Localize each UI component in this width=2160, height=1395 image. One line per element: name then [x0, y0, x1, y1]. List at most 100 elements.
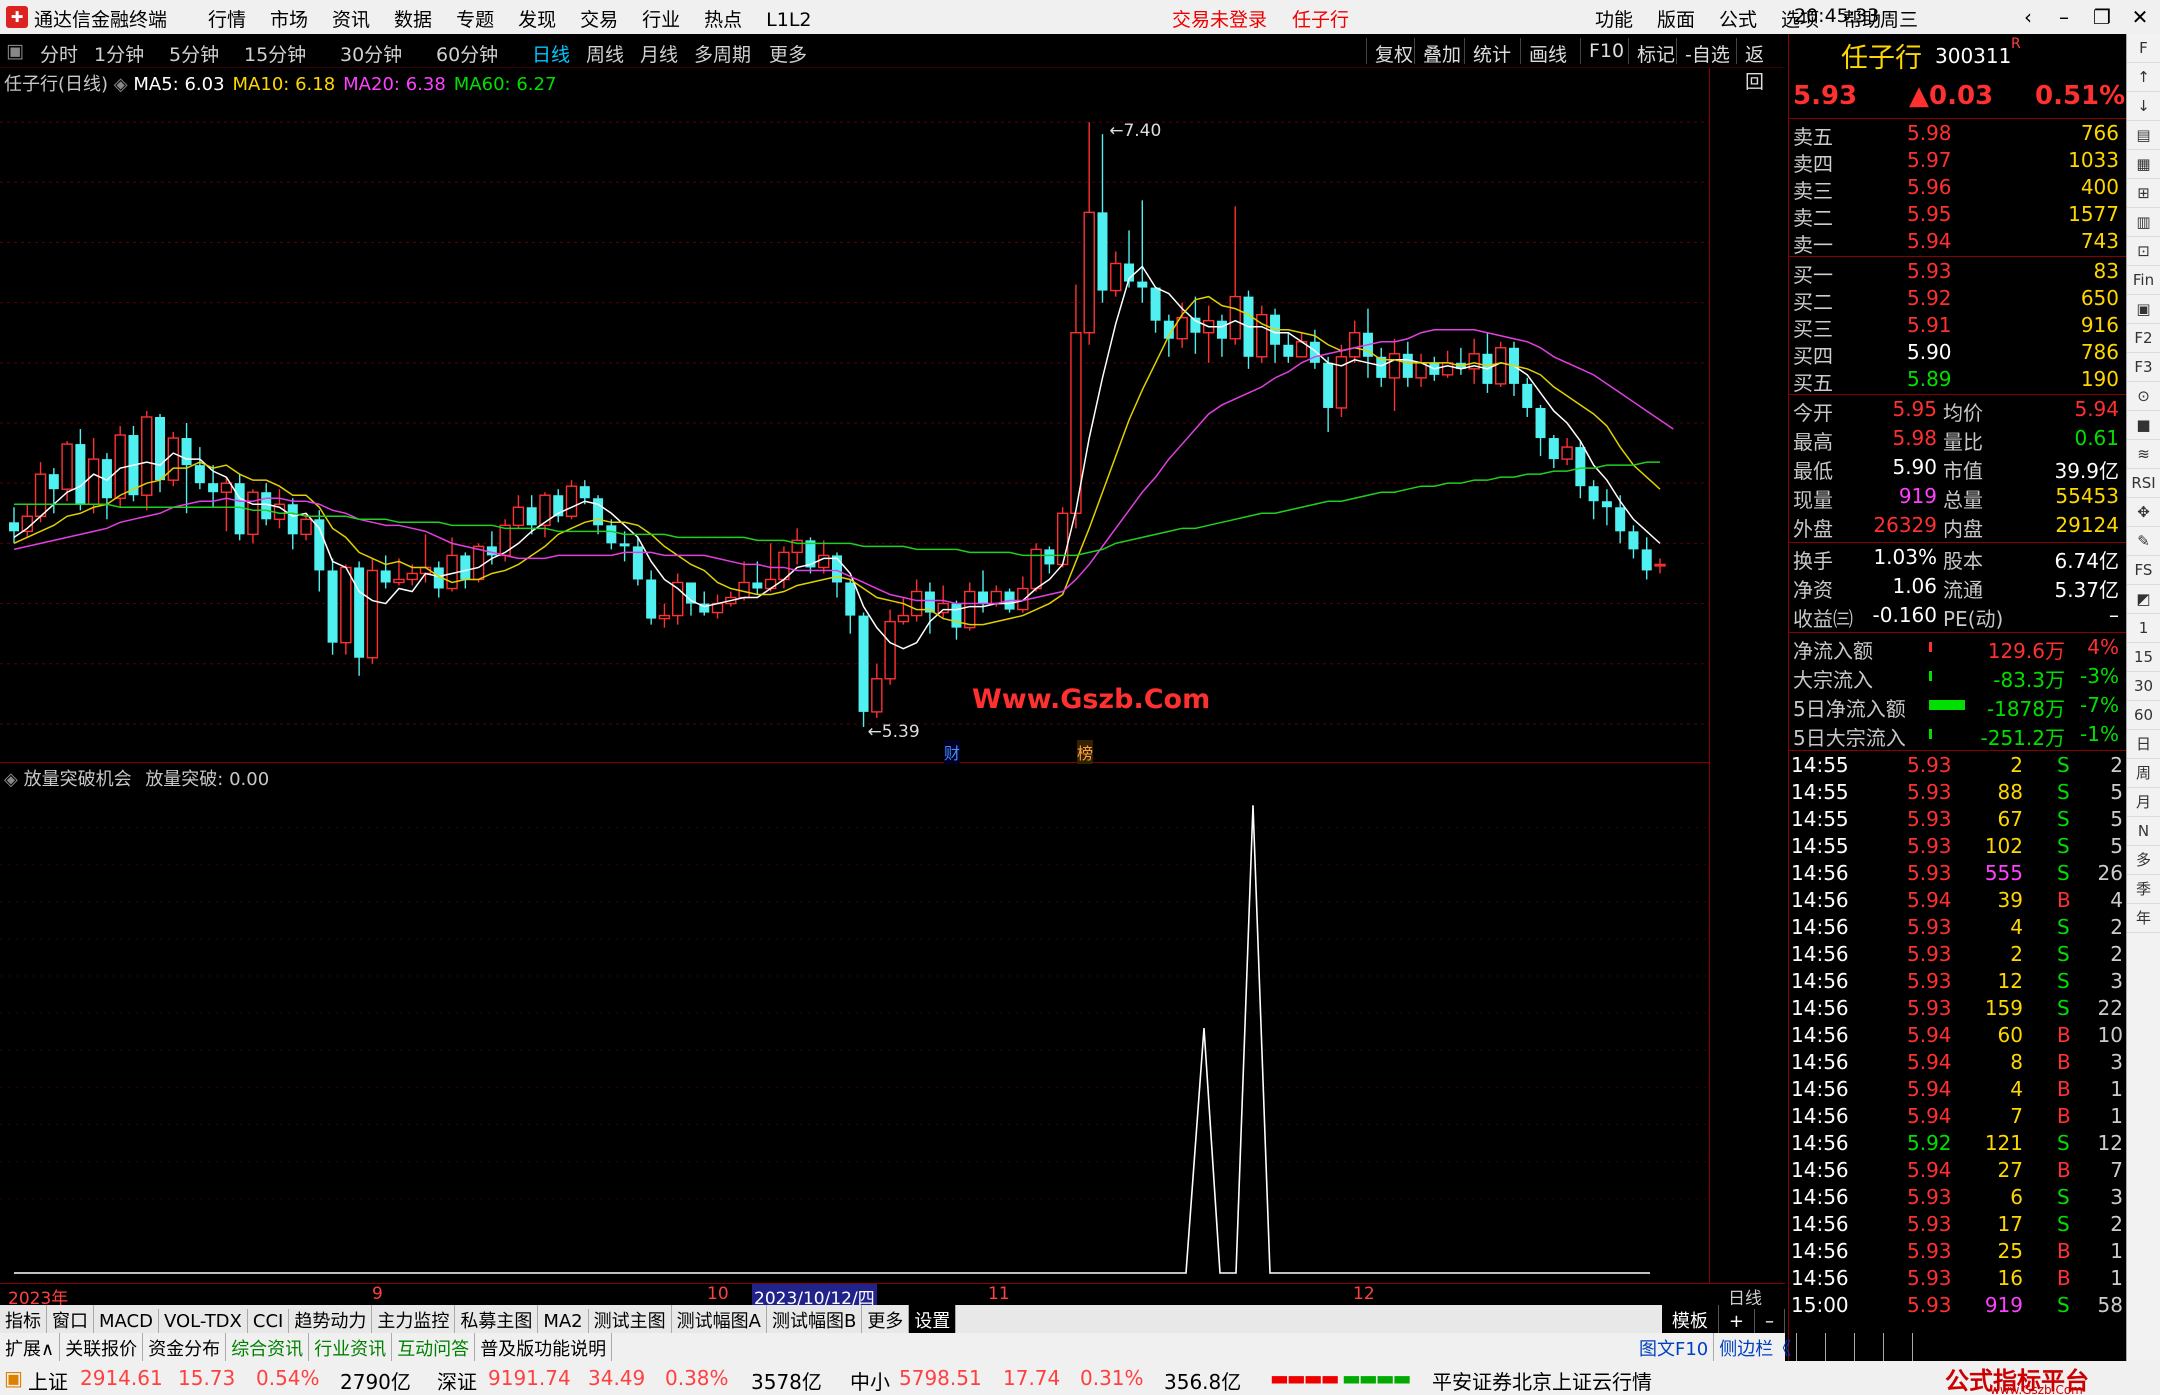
menu-item-9[interactable]: L1L2 — [766, 9, 811, 31]
candle[interactable] — [141, 410, 153, 511]
candle[interactable] — [21, 504, 33, 538]
strip-btn-1[interactable]: ↑ — [2127, 63, 2160, 92]
candle[interactable] — [1083, 122, 1095, 345]
period-tab-5[interactable]: 60分钟 — [436, 40, 498, 67]
indicator-tab-0[interactable]: 指标 — [0, 1305, 47, 1333]
toolbar-btn-2[interactable]: 统计 — [1464, 38, 1519, 66]
strip-btn-29[interactable]: 季 — [2127, 875, 2160, 904]
candle[interactable] — [685, 582, 696, 616]
candle[interactable] — [646, 570, 657, 625]
candle[interactable] — [711, 594, 724, 619]
candle[interactable] — [699, 591, 710, 616]
info-tab-0[interactable]: 扩展∧ — [0, 1333, 61, 1361]
candle[interactable] — [858, 612, 869, 727]
toolbar-btn-1[interactable]: 叠加 — [1414, 38, 1469, 66]
template-btn-0[interactable]: 模板 — [1662, 1305, 1719, 1333]
period-tab-10[interactable]: 更多 — [769, 40, 807, 67]
candle[interactable] — [1561, 438, 1573, 466]
info-tab-5[interactable]: 互动问答 — [392, 1333, 476, 1361]
candle[interactable] — [1110, 251, 1122, 297]
candle[interactable] — [593, 495, 604, 535]
restore-icon[interactable]: ❐ — [2086, 2, 2118, 32]
strip-btn-22[interactable]: 30 — [2127, 672, 2160, 701]
menu-item-1[interactable]: 市场 — [270, 9, 308, 31]
stock-alert[interactable]: 任子行 — [1292, 5, 1349, 32]
status-menu-icon[interactable]: ▣ — [4, 1366, 23, 1390]
period-tab-0[interactable]: 分时 — [40, 40, 78, 67]
candle[interactable] — [791, 528, 803, 565]
candle[interactable] — [1190, 296, 1201, 354]
candle[interactable] — [1402, 341, 1413, 387]
strip-btn-6[interactable]: ▥ — [2127, 208, 2160, 237]
candle[interactable] — [194, 447, 205, 490]
menu-item-2[interactable]: 资讯 — [332, 9, 370, 31]
strip-btn-23[interactable]: 60 — [2127, 701, 2160, 730]
info-tab-3[interactable]: 综合资讯 — [226, 1333, 310, 1361]
menu-item-0[interactable]: 行情 — [208, 9, 246, 31]
candle[interactable] — [897, 597, 910, 625]
candle[interactable] — [1628, 525, 1639, 559]
period-tab-6[interactable]: 日线 — [532, 40, 570, 67]
strip-btn-30[interactable]: 年 — [2127, 904, 2160, 933]
candle[interactable] — [1323, 356, 1334, 433]
candle[interactable] — [1256, 305, 1268, 363]
candle[interactable] — [512, 495, 525, 529]
side-btn-1[interactable]: 侧边栏《 — [1714, 1333, 1798, 1361]
info-tab-6[interactable]: 普及版功能说明 — [475, 1333, 613, 1361]
candle[interactable] — [433, 561, 444, 598]
strip-btn-9[interactable]: ▣ — [2127, 295, 2160, 324]
candle[interactable] — [1202, 305, 1215, 363]
strip-btn-12[interactable]: ⊙ — [2127, 382, 2160, 411]
period-tab-2[interactable]: 5分钟 — [169, 40, 219, 67]
candle[interactable] — [354, 561, 365, 676]
info-tab-1[interactable]: 关联报价 — [60, 1333, 144, 1361]
period-tab-8[interactable]: 月线 — [640, 40, 678, 67]
strip-btn-8[interactable]: Fin — [2127, 266, 2160, 295]
candle[interactable] — [1535, 404, 1546, 457]
info-tab-4[interactable]: 行业资讯 — [309, 1333, 393, 1361]
candle[interactable] — [1522, 377, 1533, 417]
strip-btn-17[interactable]: ✎ — [2127, 527, 2160, 556]
period-tab-9[interactable]: 多周期 — [694, 40, 751, 67]
menu-item-6[interactable]: 交易 — [580, 9, 618, 31]
side-btn-5[interactable]: 势 — [1884, 1333, 1914, 1361]
candle[interactable] — [818, 540, 830, 574]
strip-btn-10[interactable]: F2 — [2127, 324, 2160, 353]
candle[interactable] — [1548, 435, 1559, 469]
candle[interactable] — [167, 432, 179, 487]
candle[interactable] — [1097, 134, 1108, 303]
side-btn-4[interactable]: 细 — [1855, 1333, 1885, 1361]
candle[interactable] — [845, 579, 856, 634]
strip-btn-5[interactable]: ⊞ — [2127, 179, 2160, 208]
candle[interactable] — [1588, 480, 1599, 520]
candle[interactable] — [738, 561, 750, 601]
strip-btn-13[interactable]: ■ — [2127, 411, 2160, 440]
candle[interactable] — [1415, 353, 1427, 387]
candle[interactable] — [553, 489, 564, 523]
indicator-tab-13[interactable]: 设置 — [909, 1305, 957, 1333]
candle[interactable] — [871, 663, 883, 718]
candle[interactable] — [446, 537, 458, 592]
indicator-tab-11[interactable]: 测试幅图B — [767, 1305, 863, 1333]
candle[interactable] — [658, 603, 671, 628]
period-tab-3[interactable]: 15分钟 — [244, 40, 306, 67]
candle[interactable] — [1229, 206, 1241, 345]
server-label[interactable]: 平安证券北京上证云行情 — [1432, 1366, 1652, 1395]
indicator-tab-12[interactable]: 更多 — [862, 1305, 910, 1333]
menu-item-7[interactable]: 行业 — [642, 9, 680, 31]
candle[interactable] — [752, 561, 763, 595]
back-icon[interactable]: ‹ — [2012, 2, 2044, 32]
candle[interactable] — [327, 558, 338, 655]
candle[interactable] — [1601, 489, 1612, 526]
candle[interactable] — [340, 564, 352, 655]
strip-btn-26[interactable]: 月 — [2127, 788, 2160, 817]
indicator-tab-6[interactable]: 主力监控 — [372, 1305, 456, 1333]
candle[interactable] — [565, 480, 578, 520]
candle[interactable] — [380, 555, 391, 589]
kline-chart[interactable]: 7.407.207.006.806.606.406.206.005.805.60… — [0, 68, 1710, 763]
menu-right-2[interactable]: 公式 — [1719, 9, 1757, 31]
candle[interactable] — [1641, 537, 1652, 580]
strip-btn-19[interactable]: ◩ — [2127, 585, 2160, 614]
indicator-tab-7[interactable]: 私募主图 — [455, 1305, 539, 1333]
menu-item-5[interactable]: 发现 — [518, 9, 556, 31]
